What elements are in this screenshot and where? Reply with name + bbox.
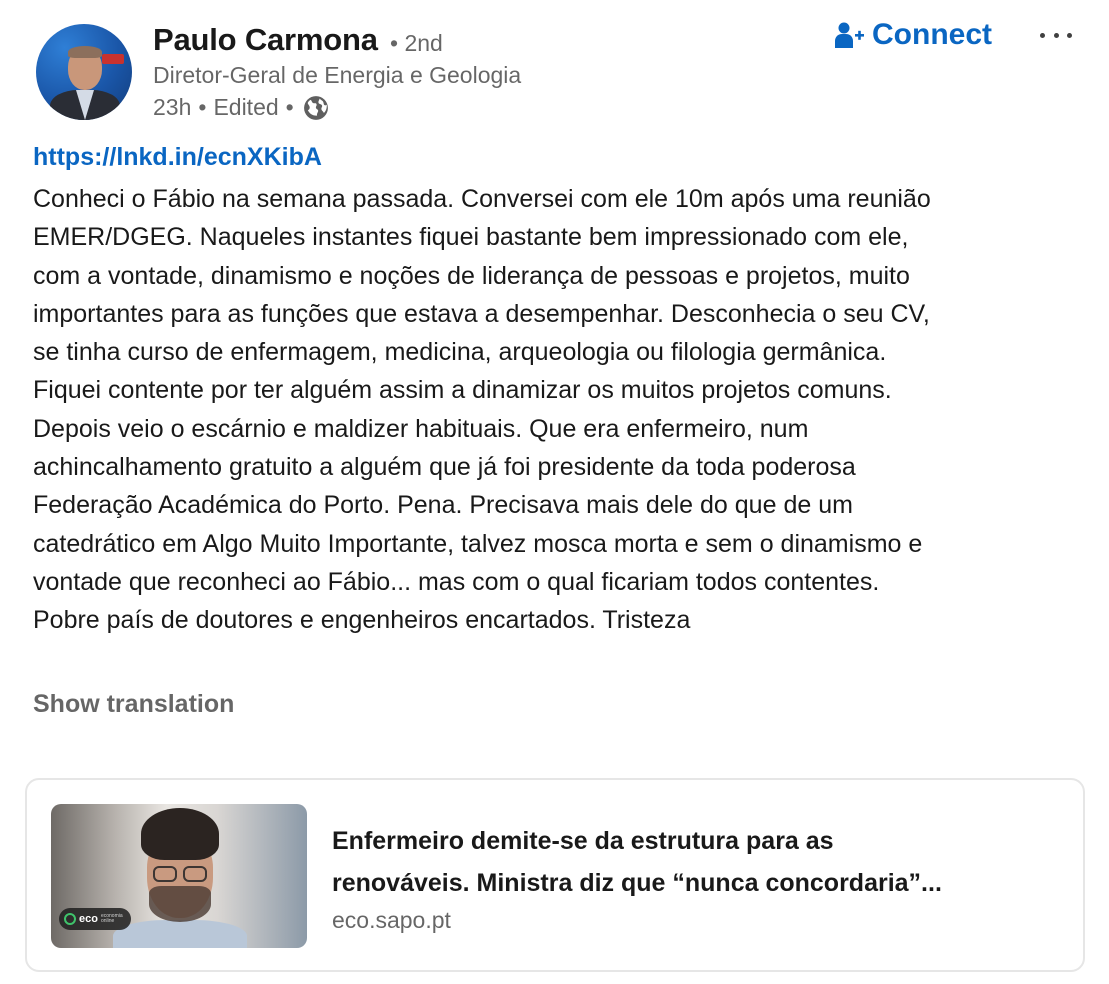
eco-logo-badge: eco economia online [59,908,131,930]
add-person-icon [835,22,864,48]
post-text-line: Pobre país de doutores e engenheiros enc… [33,606,691,635]
avatar-background-sign [102,54,124,64]
post-text-line: importantes para as funções que estava a… [33,299,930,328]
more-dot [1040,32,1045,38]
thumbnail-person-body [113,920,247,948]
post-text-line: vontade que reconheci ao Fábio... mas co… [33,567,880,596]
article-title-line: renováveis. Ministra diz que “nunca conc… [332,869,942,897]
post-text-line: Depois veio o escárnio e maldizer habitu… [33,414,809,443]
article-source: eco.sapo.pt [332,907,451,933]
post-text-line: se tinha curso de enfermagem, medicina, … [33,338,887,367]
linkedin-post: Paulo Carmona • 2nd Diretor-Geral de Ene… [0,0,1109,984]
more-dot [1067,32,1072,38]
avatar-hair [68,46,102,58]
show-translation-button[interactable]: Show translation [33,690,234,719]
post-text-line: Federação Académica do Porto. Pena. Prec… [33,491,853,520]
connect-label: Connect [872,18,992,51]
author-avatar[interactable] [36,24,132,120]
globe-icon [303,95,328,120]
post-text: Conheci o Fábio na semana passada. Conve… [33,180,1083,640]
article-title[interactable]: Enfermeiro demite-se da estrutura para a… [332,820,1052,904]
article-thumbnail: eco economia online [51,804,307,948]
more-options-button[interactable] [1036,20,1076,50]
thumbnail-glasses-right [183,866,207,882]
meta-separator: • [198,94,207,120]
post-meta: 23h • Edited • [153,94,329,121]
post-text-line: Conheci o Fábio na semana passada. Conve… [33,185,931,213]
author-headline: Diretor-Geral de Energia e Geologia [153,62,522,88]
author-name[interactable]: Paulo Carmona [153,22,378,58]
post-text-line: Fiquei contente por ter alguém assim a d… [33,376,892,405]
thumbnail-glasses-left [153,866,177,882]
post-text-line: catedrático em Algo Muito Importante, ta… [33,529,923,558]
edited-label: Edited [213,94,279,120]
post-time: 23h [153,94,192,120]
meta-separator: • [285,94,294,120]
eco-logo-text: eco [79,913,98,925]
post-text-line: EMER/DGEG. Naqueles instantes fiquei bas… [33,223,909,252]
more-dot [1053,32,1059,38]
eco-logo-subtext: economia online [100,913,123,924]
post-text-line: achincalhamento gratuito a alguém que já… [33,453,856,482]
post-link[interactable]: https://lnkd.in/ecnXKibA [33,143,322,172]
post-text-line: com a vontade, dinamismo e noções de lid… [33,261,910,290]
article-title-line: Enfermeiro demite-se da estrutura para a… [332,827,834,855]
connection-degree: • 2nd [390,30,443,56]
thumbnail-person-hair [141,808,219,860]
article-preview-card[interactable]: eco economia online Enfermeiro demite-se… [25,778,1085,972]
connect-button[interactable]: Connect [834,18,992,52]
eco-logo-icon [64,913,76,925]
thumbnail-person-beard [149,886,211,922]
